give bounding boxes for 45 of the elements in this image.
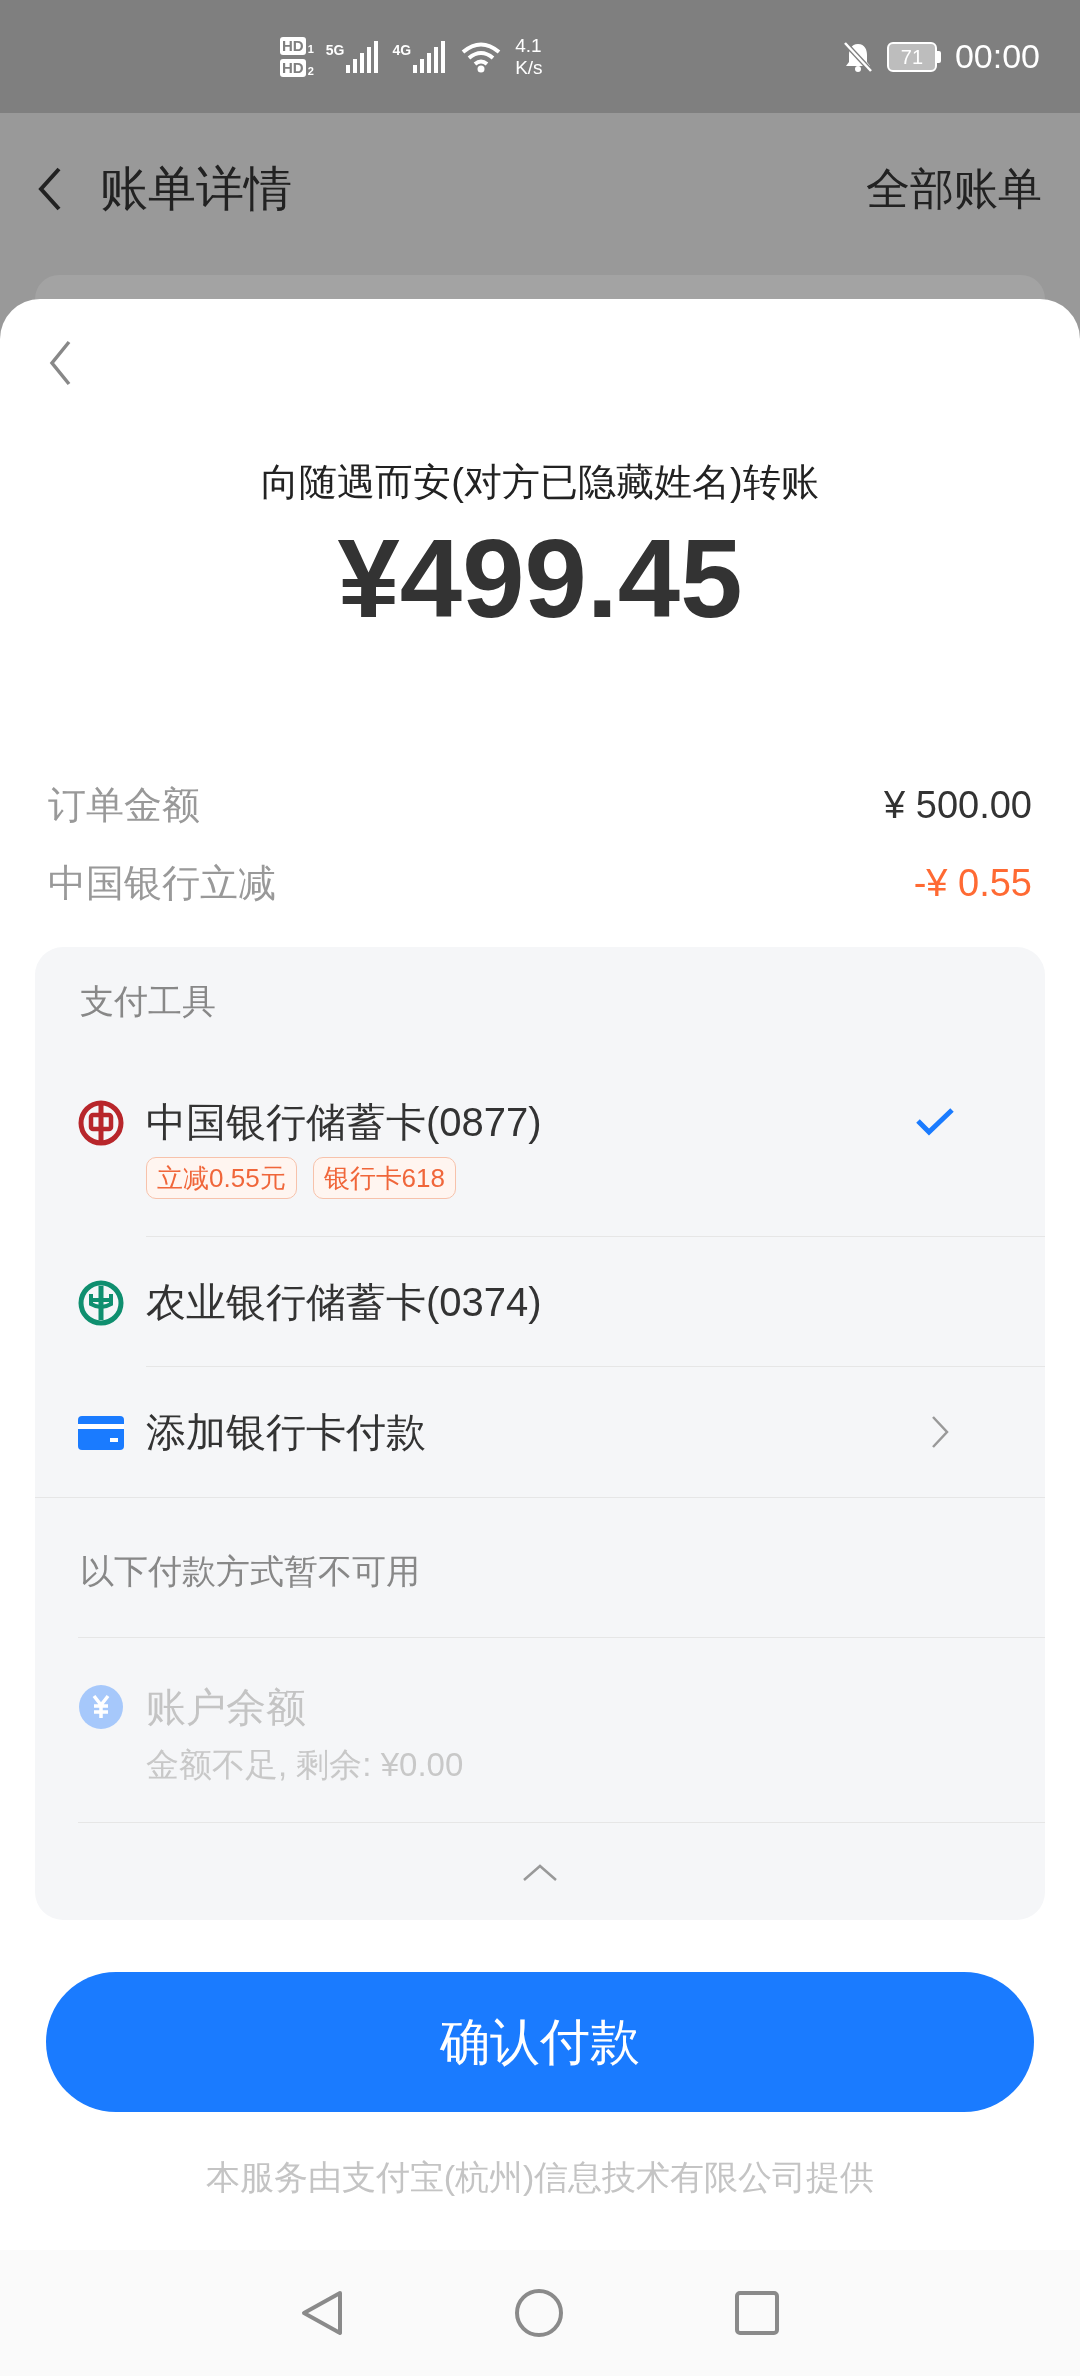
sim-slot-number: 1 (307, 42, 314, 55)
service-provider-note: 本服务由支付宝(杭州)信息技术有限公司提供 (204, 2157, 876, 2198)
payment-amount: ¥499.45 (336, 519, 744, 639)
chevron-right-icon (931, 1415, 949, 1449)
bank-card-option[interactable]: 农业银行储蓄卡(0374) (35, 1237, 1045, 1367)
card-name: 农业银行储蓄卡(0374) (146, 1278, 542, 1325)
clock-time: 00:00 (954, 36, 1040, 77)
home-nav-icon[interactable] (514, 2288, 564, 2338)
confirm-payment-button[interactable]: 确认付款 (46, 1972, 1034, 2112)
summary-label: 订单金额 (48, 782, 200, 828)
bank-card-icon (78, 1415, 124, 1450)
back-nav-icon[interactable] (300, 2289, 344, 2337)
network-type: 4G (392, 42, 412, 57)
add-card-option[interactable]: 添加银行卡付款 (35, 1367, 1045, 1497)
yuan-coin-icon (78, 1684, 124, 1730)
section-label: 以下付款方式暂不可用 (80, 1551, 420, 1592)
wifi-icon (461, 40, 502, 73)
card-name: 中国银行储蓄卡(0877) (146, 1099, 542, 1145)
signal-icon (413, 40, 448, 73)
summary-value: -¥ 0.55 (913, 860, 1032, 906)
transfer-title: 向随遇而安(对方已隐藏姓名)转账 (260, 460, 820, 505)
bank-logo-icon (78, 1279, 124, 1326)
summary-label: 中国银行立减 (48, 860, 276, 906)
promo-tag: 银行卡618 (312, 1157, 456, 1199)
card-name: 添加银行卡付款 (146, 1409, 426, 1455)
checkmark-icon (915, 1107, 955, 1137)
speed-unit: K/s (515, 56, 543, 79)
page-title: 账单详情 (100, 161, 292, 217)
hd-badge: HD (280, 36, 306, 55)
back-button[interactable] (38, 167, 62, 211)
muted-bell-icon (842, 40, 873, 73)
all-bills-link[interactable]: 全部账单 (866, 156, 1042, 222)
promo-tag: 立减0.55元 (146, 1157, 297, 1199)
section-label: 支付工具 (80, 980, 216, 1022)
network-type: 5G (325, 42, 345, 57)
summary-value: ¥ 500.00 (884, 782, 1032, 828)
bank-card-option[interactable]: 中国银行储蓄卡(0877) 立减0.55元 银行卡618 (35, 1055, 1045, 1237)
sim-slot-number: 2 (307, 64, 314, 77)
back-button[interactable] (48, 339, 72, 387)
battery-level: 71 (900, 46, 924, 67)
hd-badge: HD (280, 58, 306, 77)
signal-icon (346, 40, 381, 73)
recents-nav-icon[interactable] (734, 2290, 780, 2336)
network-speed: 4.1 (515, 34, 543, 57)
bank-logo-icon (78, 1100, 124, 1146)
